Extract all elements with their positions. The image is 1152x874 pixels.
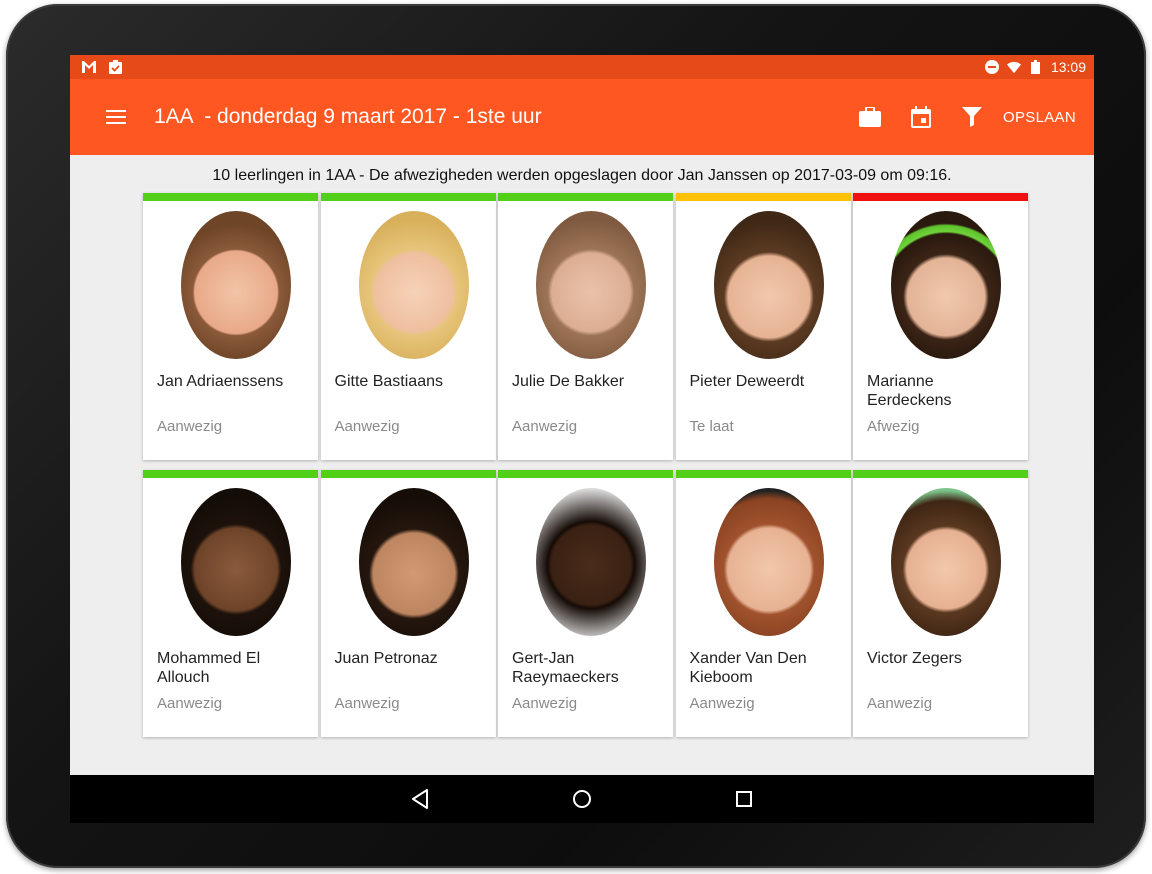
student-photo — [713, 488, 824, 636]
filter-icon — [961, 107, 982, 127]
recents-icon — [736, 791, 752, 807]
student-photo — [891, 488, 1001, 636]
student-status: Aanwezig — [334, 418, 400, 435]
student-photo — [181, 488, 291, 636]
student-card[interactable]: Mohammed El Allouch Aanwezig — [143, 470, 318, 737]
calendar-icon — [910, 106, 931, 128]
student-card[interactable]: Jan Adriaenssens Aanwezig — [143, 193, 318, 460]
status-indicator — [853, 470, 1028, 478]
tablet-frame: 13:09 1AA - donderdag 9 maart 2017 - 1st… — [6, 4, 1146, 868]
student-name: Mohammed El Allouch — [157, 650, 261, 686]
status-time: 13:09 — [1050, 59, 1086, 75]
student-card[interactable]: Pieter Deweerdt Te laat — [675, 193, 851, 460]
student-name: Gert-Jan Raeymaeckers — [512, 650, 619, 686]
student-name: Gitte Bastiaans — [334, 373, 444, 390]
battery-icon — [1029, 60, 1043, 74]
attendance-summary: 10 leerlingen in 1AA - De afwezigheden w… — [212, 167, 952, 184]
student-name: Pieter Deweerdt — [689, 373, 805, 390]
app-bar: 1AA - donderdag 9 maart 2017 - 1ste uur … — [70, 79, 1094, 155]
student-photo — [713, 211, 824, 359]
status-indicator — [675, 470, 851, 478]
student-card[interactable]: Gitte Bastiaans Aanwezig — [320, 193, 496, 460]
student-photo — [358, 211, 469, 359]
gmail-icon — [82, 60, 96, 74]
status-indicator — [675, 193, 851, 201]
status-indicator — [143, 193, 318, 201]
home-button[interactable] — [501, 775, 663, 823]
student-status: Aanwezig — [689, 695, 755, 712]
student-name: Juan Petronaz — [334, 650, 438, 667]
student-status: Aanwezig — [334, 695, 400, 712]
student-photo — [536, 488, 646, 636]
clipboard-check-icon — [108, 60, 122, 74]
student-name: Marianne Eerdeckens — [867, 373, 952, 409]
student-status: Afwezig — [867, 418, 920, 435]
student-status: Aanwezig — [867, 695, 933, 712]
student-card[interactable]: Gert-Jan Raeymaeckers Aanwezig — [498, 470, 673, 737]
status-bar: 13:09 — [70, 55, 1094, 79]
recents-button[interactable] — [663, 775, 825, 823]
student-name: Julie De Bakker — [512, 373, 625, 390]
student-status: Aanwezig — [512, 418, 578, 435]
student-name: Victor Zegers — [867, 650, 962, 667]
home-icon — [573, 790, 591, 808]
status-indicator — [853, 193, 1028, 201]
save-button[interactable]: OPSLAAN — [1003, 99, 1076, 136]
student-card[interactable]: Xander Van Den Kieboom Aanwezig — [675, 470, 851, 737]
hamburger-icon — [106, 110, 126, 124]
page-title: 1AA - donderdag 9 maart 2017 - 1ste uur — [154, 105, 542, 128]
do-not-disturb-icon — [984, 60, 999, 74]
student-status: Aanwezig — [157, 695, 223, 712]
student-photo — [181, 211, 291, 359]
student-status: Te laat — [689, 418, 734, 435]
wifi-icon — [1006, 60, 1021, 74]
student-name: Jan Adriaenssens — [157, 373, 284, 390]
student-photo — [891, 211, 1001, 359]
student-photo — [536, 211, 646, 359]
student-card[interactable]: Marianne Eerdeckens Afwezig — [853, 193, 1028, 460]
student-card[interactable]: Julie De Bakker Aanwezig — [498, 193, 673, 460]
calendar-button[interactable] — [895, 93, 946, 141]
briefcase-icon — [858, 107, 881, 127]
student-name: Xander Van Den Kieboom — [689, 650, 807, 686]
status-indicator — [143, 470, 318, 478]
student-status: Aanwezig — [157, 418, 223, 435]
status-indicator — [320, 193, 496, 201]
filter-button[interactable] — [946, 93, 997, 141]
back-button[interactable] — [339, 775, 501, 823]
menu-button[interactable] — [90, 93, 142, 141]
student-photo — [358, 488, 469, 636]
student-card[interactable]: Juan Petronaz Aanwezig — [320, 470, 496, 737]
status-indicator — [320, 470, 496, 478]
back-icon — [412, 789, 428, 809]
status-indicator — [498, 470, 673, 478]
briefcase-button[interactable] — [844, 93, 895, 141]
screen: 13:09 1AA - donderdag 9 maart 2017 - 1st… — [70, 55, 1094, 823]
student-card[interactable]: Victor Zegers Aanwezig — [853, 470, 1028, 737]
status-indicator — [498, 193, 673, 201]
navigation-bar — [70, 775, 1094, 823]
student-status: Aanwezig — [512, 695, 578, 712]
